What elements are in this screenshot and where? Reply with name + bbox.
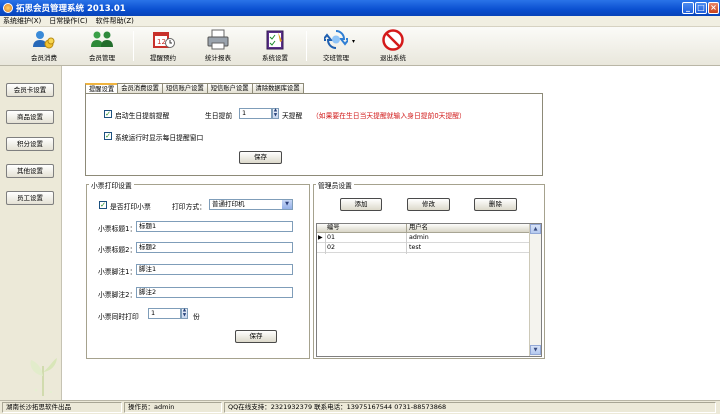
table-cell-id: 02 — [327, 244, 336, 251]
printer-report-icon — [206, 29, 230, 51]
calendar-reminder-icon: 12 — [151, 29, 175, 51]
receipt-copies-input[interactable]: 1 — [148, 308, 181, 319]
toolbar-member-consume-button[interactable]: 会员消费 — [17, 29, 71, 65]
toolbar-label: 交班管理 — [323, 54, 349, 62]
admin-panel-title: 管理员设置 — [316, 180, 354, 190]
table-cell-username: admin — [409, 234, 429, 241]
svg-text:12: 12 — [157, 38, 166, 46]
days-before-spinner[interactable]: ▲ ▼ — [272, 108, 279, 119]
sidebar-item-card-settings[interactable]: 会员卡设置 — [6, 83, 54, 97]
tab-sms-account-settings[interactable]: 短信账户设置 — [161, 83, 208, 93]
toolbar-system-settings-button[interactable]: 系统设置 — [248, 29, 302, 65]
table-row[interactable]: 02 test — [317, 244, 529, 253]
days-suffix-label: 天提醒 — [282, 112, 303, 120]
maximize-button[interactable]: □ — [695, 2, 707, 14]
exit-no-entry-icon — [381, 29, 405, 51]
table-header: 编号 用户名 — [317, 224, 529, 233]
receipt-title1-label: 小票标题1： — [98, 225, 137, 233]
receipt-save-button[interactable]: 保存 — [235, 330, 277, 343]
scroll-up-icon[interactable]: ▲ — [530, 224, 541, 234]
receipt-copies-spinner[interactable]: ▲ ▼ — [181, 308, 188, 319]
status-bar: 湖南长沙拓思软件出品 操作员：admin QQ在线支持：2321932379 联… — [0, 400, 720, 414]
toolbar-separator — [306, 31, 307, 61]
receipt-footer1-input[interactable]: 脚注1 — [136, 264, 293, 275]
toolbar-label: 会员管理 — [89, 54, 115, 62]
column-header-id[interactable]: 编号 — [327, 224, 340, 232]
decorative-plant-graphic — [26, 346, 60, 396]
receipt-panel-title: 小票打印设置 — [89, 180, 134, 190]
toolbar-label: 系统设置 — [262, 54, 288, 62]
sidebar-item-product-settings[interactable]: 商品设置 — [6, 110, 54, 124]
title-bar[interactable]: 拓思会员管理系统 2013.01 _ □ × — [0, 0, 720, 16]
table-cell-id: 01 — [327, 234, 336, 241]
sidebar-item-other-settings[interactable]: 其他设置 — [6, 164, 54, 178]
table-cell-username: test — [409, 244, 422, 251]
receipt-title2-input[interactable]: 标题2 — [136, 242, 293, 253]
tab-sms-account-settings-2[interactable]: 短信账户设置 — [206, 83, 253, 93]
status-company: 湖南长沙拓思软件出品 — [2, 402, 122, 413]
receipt-footer1-label: 小票脚注1： — [98, 268, 137, 276]
toolbar-label: 会员消费 — [31, 54, 57, 62]
shift-exchange-icon: ▾ — [320, 29, 355, 51]
daily-popup-checkbox[interactable]: ✓ — [104, 132, 112, 140]
chevron-down-icon[interactable]: ▼ — [282, 200, 292, 209]
toolbar-label: 统计报表 — [205, 54, 231, 62]
toolbar-exit-button[interactable]: 退出系统 — [366, 29, 420, 65]
admin-edit-button[interactable]: 修改 — [407, 198, 450, 211]
toolbar-separator — [133, 31, 134, 61]
toolbar: 会员消费 会员管理 12 提醒预约 统计报表 系统设置 ▾ 交班管理 退出系统 — [0, 27, 720, 66]
toolbar-label: 提醒预约 — [150, 54, 176, 62]
users-coins-icon — [32, 29, 56, 51]
toolbar-member-manage-button[interactable]: 会员管理 — [75, 29, 129, 65]
birthday-reminder-label: 启动生日提前提醒 — [115, 112, 170, 120]
receipt-copies-label: 小票同时打印 — [98, 313, 139, 321]
birthday-reminder-checkbox[interactable]: ✓ — [104, 110, 112, 118]
close-button[interactable]: × — [708, 2, 719, 14]
toolbar-shift-button[interactable]: ▾ 交班管理 — [309, 29, 363, 65]
print-mode-select[interactable]: 普通打印机 ▼ — [209, 199, 293, 210]
scroll-down-icon[interactable]: ▼ — [530, 345, 541, 355]
days-before-input[interactable]: 1 — [239, 108, 272, 119]
menu-system-maintenance[interactable]: 系统维护(X) — [3, 16, 41, 26]
toolbar-reports-button[interactable]: 统计报表 — [191, 29, 245, 65]
tab-clear-database[interactable]: 清除数据库设置 — [251, 83, 304, 93]
table-row[interactable]: ▶ 01 admin — [317, 234, 529, 243]
table-vertical-scrollbar[interactable]: ▲ ▼ — [529, 224, 541, 356]
print-mode-label: 打印方式： — [172, 203, 206, 211]
settings-tabs: 提醒设置 会员消费设置 短信账户设置 短信账户设置 清除数据库设置 — [85, 83, 304, 94]
users-group-icon — [90, 29, 114, 51]
admin-table: 编号 用户名 ▶ 01 admin 02 test ▲ ▼ — [316, 223, 542, 357]
menu-software-help[interactable]: 软件帮助(Z) — [96, 16, 134, 26]
receipt-copies-suffix: 份 — [193, 313, 200, 321]
sidebar-item-points-settings[interactable]: 积分设置 — [6, 137, 54, 151]
daily-popup-label: 系统运行时显示每日提醒窗口 — [115, 134, 204, 142]
receipt-title1-input[interactable]: 标题1 — [136, 221, 293, 232]
window-title: 拓思会员管理系统 2013.01 — [16, 4, 126, 14]
days-before-label: 生日提前 — [205, 112, 233, 120]
settings-checklist-icon — [263, 29, 287, 51]
reminder-hint: （如果要在生日当天提醒就输入身日提前0天提醒） — [312, 112, 466, 120]
reminder-save-button[interactable]: 保存 — [239, 151, 282, 164]
column-header-username[interactable]: 用户名 — [409, 224, 428, 232]
toolbar-reminder-button[interactable]: 12 提醒预约 — [136, 29, 190, 65]
receipt-footer2-label: 小票脚注2： — [98, 291, 137, 299]
print-receipt-label: 是否打印小票 — [110, 203, 151, 211]
receipt-footer2-input[interactable]: 脚注2 — [136, 287, 293, 298]
tab-consume-settings[interactable]: 会员消费设置 — [117, 83, 163, 93]
chevron-down-icon[interactable]: ▾ — [352, 38, 355, 45]
minimize-button[interactable]: _ — [682, 2, 694, 14]
menu-daily-operations[interactable]: 日常操作(C) — [49, 16, 87, 26]
app-icon — [3, 3, 13, 13]
admin-add-button[interactable]: 添加 — [340, 198, 382, 211]
status-contact: QQ在线支持：2321932379 联系电话：13975167544 0731-… — [224, 402, 716, 413]
row-pointer-icon: ▶ — [318, 234, 323, 241]
menu-bar: 系统维护(X) 日常操作(C) 软件帮助(Z) — [0, 16, 720, 27]
print-receipt-checkbox[interactable]: ✓ — [99, 201, 107, 209]
toolbar-label: 退出系统 — [380, 54, 406, 62]
status-operator: 操作员：admin — [124, 402, 222, 413]
sidebar-item-staff-settings[interactable]: 员工设置 — [6, 191, 54, 205]
admin-delete-button[interactable]: 删除 — [474, 198, 517, 211]
receipt-title2-label: 小票标题2： — [98, 246, 137, 254]
print-mode-value: 普通打印机 — [212, 200, 245, 208]
